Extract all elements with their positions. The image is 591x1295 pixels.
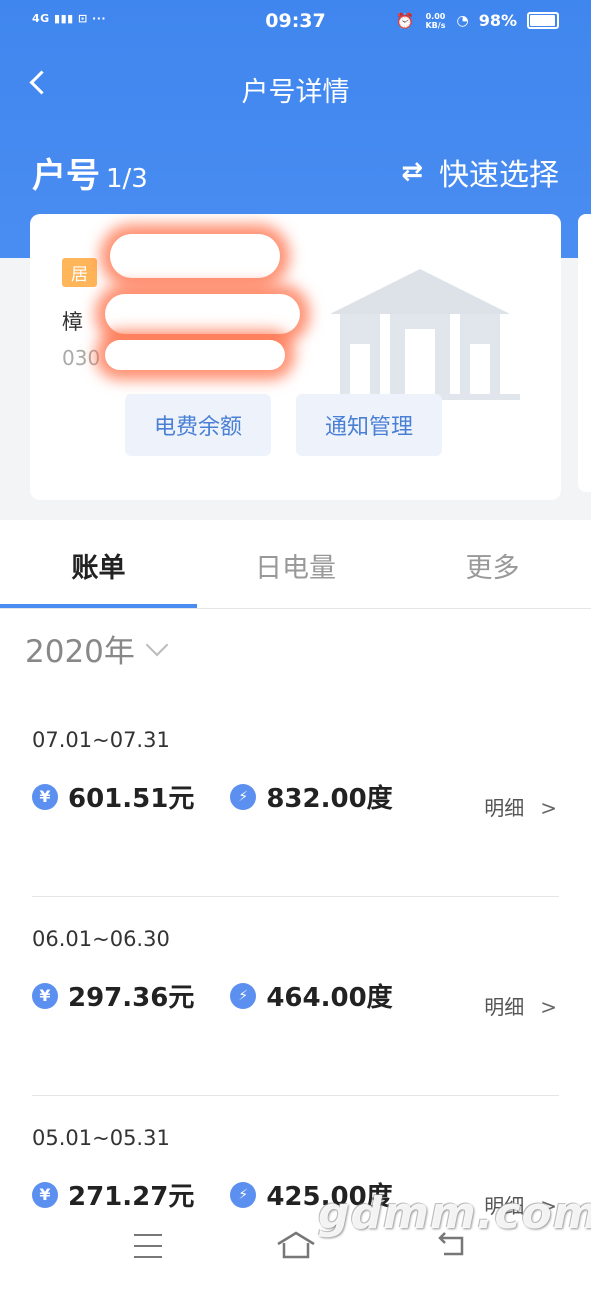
- chevron-right-icon: >: [540, 995, 557, 1019]
- tab-daily-usage[interactable]: 日电量: [197, 546, 394, 585]
- tab-indicator: [0, 604, 197, 608]
- battery-icon: [527, 12, 559, 29]
- bill-amount: 271.27元: [68, 1182, 195, 1212]
- chevron-right-icon: >: [540, 796, 557, 820]
- year-label: 2020年: [25, 634, 135, 670]
- system-nav-bar: [0, 1214, 591, 1280]
- nav-bar: 户号详情: [0, 46, 591, 132]
- account-card[interactable]: 居 樟 030 电费余额 通知管理: [30, 214, 561, 500]
- alarm-icon: ⏰: [395, 11, 415, 30]
- energy-icon: ⚡: [230, 1181, 257, 1208]
- bill-period: 07.01~07.31: [32, 728, 170, 752]
- bill-item[interactable]: 07.01~07.31 ¥ 601.51元 ⚡ 832.00度 明细 >: [0, 698, 591, 897]
- network-speed: 0.00 KB/s: [425, 11, 446, 30]
- battery-percent: 98%: [478, 11, 517, 30]
- detail-label: 明细: [484, 995, 525, 1019]
- bill-values: ¥ 601.51元 ⚡ 832.00度: [32, 778, 393, 815]
- gate-illustration-icon: [320, 269, 520, 400]
- bill-period: 05.01~05.31: [32, 1126, 170, 1150]
- menu-icon[interactable]: [134, 1234, 162, 1258]
- status-bar: 4G ▮▮▮ ⊡ ··· 09:37 ⏰ 0.00 KB/s ◔ 98%: [0, 0, 591, 46]
- account-label: 户号: [32, 156, 100, 196]
- home-icon[interactable]: [276, 1230, 316, 1260]
- bill-usage: 464.00度: [266, 983, 393, 1013]
- redaction-scribble: [105, 340, 285, 370]
- notification-manage-button[interactable]: 通知管理: [296, 394, 442, 456]
- swap-icon: ⇄: [401, 157, 423, 187]
- redaction-scribble: [105, 294, 300, 334]
- residence-tag: 居: [62, 258, 97, 287]
- year-selector[interactable]: 2020年: [25, 626, 169, 671]
- bill-item[interactable]: 06.01~06.30 ¥ 297.36元 ⚡ 464.00度 明细 >: [0, 897, 591, 1096]
- account-heading: 户号 1/3: [32, 148, 148, 197]
- status-right: ⏰ 0.00 KB/s ◔ 98%: [396, 11, 559, 30]
- bill-period: 06.01~06.30: [32, 927, 170, 951]
- detail-label: 明细: [484, 796, 525, 820]
- quick-select-button[interactable]: ⇄ 快速选择: [401, 150, 559, 194]
- redaction-scribble: [110, 234, 280, 278]
- bill-values: ¥ 297.36元 ⚡ 464.00度: [32, 977, 393, 1014]
- bill-detail-link[interactable]: 明细 >: [484, 792, 557, 821]
- bill-detail-link[interactable]: 明细 >: [484, 991, 557, 1020]
- energy-icon: ⚡: [230, 783, 257, 810]
- account-number: 030: [62, 346, 101, 370]
- currency-icon: ¥: [32, 783, 58, 810]
- currency-icon: ¥: [32, 982, 58, 1009]
- next-card-peek[interactable]: [578, 214, 591, 492]
- bill-usage: 832.00度: [266, 784, 393, 814]
- tab-bar: 账单 日电量 更多: [0, 520, 591, 609]
- chevron-down-icon: [145, 633, 169, 656]
- back-icon[interactable]: [436, 1230, 468, 1258]
- tab-bill[interactable]: 账单: [0, 546, 197, 585]
- quick-select-label: 快速选择: [439, 158, 559, 193]
- energy-icon: ⚡: [230, 982, 257, 1009]
- bill-amount: 601.51元: [68, 784, 195, 814]
- bill-amount: 297.36元: [68, 983, 195, 1013]
- page-title: 户号详情: [241, 77, 350, 108]
- currency-icon: ¥: [32, 1181, 58, 1208]
- account-address: 樟: [62, 310, 83, 334]
- wifi-icon: ◔: [456, 12, 469, 29]
- account-count: 1/3: [106, 164, 148, 194]
- tab-more[interactable]: 更多: [394, 546, 591, 585]
- balance-button[interactable]: 电费余额: [125, 394, 271, 456]
